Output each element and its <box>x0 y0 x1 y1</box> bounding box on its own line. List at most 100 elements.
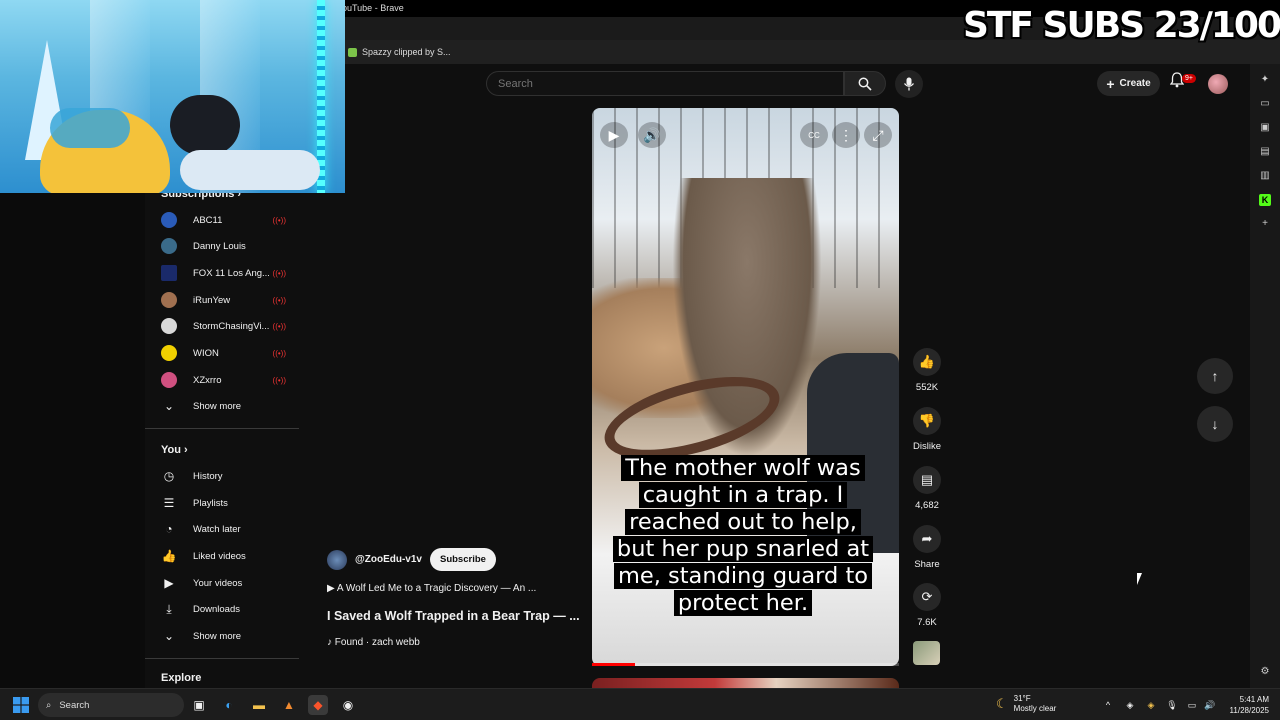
sidebar-subscription-fox11[interactable]: FOX 11 Los Ang... ((•)) <box>161 261 286 285</box>
media-icon[interactable]: ▭ <box>1259 98 1271 110</box>
network-tray[interactable]: ▭ <box>1182 695 1202 715</box>
sound-link[interactable]: ♪ Found · zach webb <box>327 637 420 648</box>
bookmark-item[interactable]: Spazzy clipped by S... <box>348 47 451 57</box>
like-button[interactable]: 👍 552K <box>910 348 944 393</box>
sidebar-item-history[interactable]: ◷ History <box>161 464 286 488</box>
arrow-up-icon: ↑ <box>1211 368 1219 384</box>
sidebar-subscription-stormchasing[interactable]: StormChasingVi... ((•)) <box>161 314 286 338</box>
add-panel-icon[interactable]: + <box>1259 218 1271 230</box>
kick-icon[interactable]: K <box>1259 194 1271 206</box>
you-heading[interactable]: You › <box>161 444 188 456</box>
play-button[interactable]: ▶ <box>600 122 628 148</box>
search-input[interactable] <box>487 72 843 95</box>
next-short-preview[interactable] <box>592 678 899 688</box>
channel-avatar <box>161 212 177 228</box>
sidebar-show-more-subscriptions[interactable]: ⌄ Show more <box>161 394 286 418</box>
start-button[interactable] <box>11 695 31 715</box>
channel-handle[interactable]: @ZooEdu-v1v <box>355 554 422 565</box>
subscribe-button[interactable]: Subscribe <box>429 548 496 571</box>
live-indicator-icon: ((•)) <box>272 348 286 358</box>
like-count: 552K <box>915 382 939 393</box>
live-indicator-icon: ((•)) <box>272 268 286 278</box>
subscription-label: ABC11 <box>193 214 223 226</box>
sidebar-item-label: Downloads <box>193 603 240 615</box>
subscription-label: Danny Louis <box>193 240 246 252</box>
share-button[interactable]: ➦ Share <box>910 525 944 570</box>
volume-button[interactable]: 🔊 <box>638 122 666 148</box>
previous-short-button[interactable]: ↑ <box>1197 358 1233 394</box>
remix-button[interactable]: ⟳ 7.6K <box>910 583 944 628</box>
system-clock[interactable]: 5:41 AM 11/28/2025 <box>1223 694 1269 716</box>
sidebar-subscription-wion[interactable]: WION ((•)) <box>161 341 286 365</box>
more-options-button[interactable]: ⋮ <box>832 122 860 148</box>
sidebar-subscription-abc11[interactable]: ABC11 ((•)) <box>161 208 286 232</box>
bookmarks-icon[interactable]: ▤ <box>1259 146 1271 158</box>
tray-overflow-button[interactable]: ^ <box>1098 695 1118 715</box>
sidebar-item-downloads[interactable]: ⤓ Downloads <box>161 597 286 621</box>
settings-gear-icon[interactable]: ⚙ <box>1259 666 1271 678</box>
notification-badge: 9+ <box>1182 74 1196 83</box>
playlist-link[interactable]: ▶ A Wolf Led Me to a Tragic Discovery — … <box>327 583 536 594</box>
sidebar-item-watch-later[interactable]: ◔ Watch later <box>161 517 286 541</box>
subscription-label: StormChasingVi... <box>193 320 269 332</box>
volume-icon: 🔊 <box>643 126 661 143</box>
edge-icon: ◐ <box>225 698 233 712</box>
edge-app[interactable]: ◐ <box>219 695 239 715</box>
short-title[interactable]: I Saved a Wolf Trapped in a Bear Trap — … <box>327 609 580 623</box>
brave-app[interactable]: ◆ <box>308 695 328 715</box>
remix-icon: ⟳ <box>913 583 941 611</box>
live-indicator-icon: ((•)) <box>272 215 286 225</box>
reading-list-icon[interactable]: ▥ <box>1259 170 1271 182</box>
sidebar-subscription-danny-louis[interactable]: Danny Louis <box>161 234 286 258</box>
sidebar-item-your-videos[interactable]: ▶ Your videos <box>161 571 286 595</box>
volume-tray[interactable]: 🔊 <box>1200 695 1220 715</box>
plus-icon: + <box>1106 75 1115 92</box>
watch-later-icon: ◔ <box>165 522 173 536</box>
live-indicator-icon: ((•)) <box>272 375 286 385</box>
account-avatar[interactable] <box>1208 74 1228 94</box>
arrow-down-icon: ↓ <box>1211 416 1219 432</box>
search-box[interactable] <box>486 71 844 96</box>
next-short-button[interactable]: ↓ <box>1197 406 1233 442</box>
microphone-icon <box>903 77 915 91</box>
fullscreen-icon: ⤢ <box>872 126 884 143</box>
weather-widget[interactable]: ☾ 31°F Mostly clear <box>996 694 1056 714</box>
sidebar-subscription-irunyew[interactable]: iRunYew ((•)) <box>161 288 286 312</box>
live-indicator-icon: ((•)) <box>272 295 286 305</box>
windows-taskbar: ⌕ Search ▣ ◐ ▬ ▲ ◆ ◉ ☾ 31°F Mostly clear… <box>0 688 1280 720</box>
task-view-button[interactable]: ▣ <box>189 695 209 715</box>
sidebar-show-more-you[interactable]: ⌄ Show more <box>161 624 286 648</box>
thumbs-down-icon: 👎 <box>913 407 941 435</box>
sidebar-item-playlists[interactable]: ☰ Playlists <box>161 491 286 515</box>
app-pinned[interactable]: ▲ <box>279 695 299 715</box>
captions-button[interactable]: CC <box>800 122 828 148</box>
your-videos-icon: ▶ <box>164 576 174 590</box>
dislike-button[interactable]: 👎 Dislike <box>910 407 944 452</box>
taskbar-search[interactable]: ⌕ Search <box>38 693 184 717</box>
tray-app[interactable]: ◈ <box>1141 695 1161 715</box>
file-explorer-app[interactable]: ▬ <box>249 695 269 715</box>
search-button[interactable] <box>844 71 886 96</box>
comments-button[interactable]: ▤ 4,682 <box>910 466 944 511</box>
fullscreen-button[interactable]: ⤢ <box>864 122 892 148</box>
sidebar-subscription-xzxrro[interactable]: XZxrro ((•)) <box>161 368 286 392</box>
obs-app[interactable]: ◉ <box>338 695 358 715</box>
sound-thumbnail[interactable] <box>913 641 940 665</box>
task-view-icon: ▣ <box>193 698 205 712</box>
sidebar-item-liked-videos[interactable]: 👍 Liked videos <box>161 544 286 568</box>
sidebar: Subscriptions › ABC11 ((•)) Danny Louis … <box>145 186 300 688</box>
leo-icon[interactable]: ✦ <box>1259 74 1271 86</box>
chevron-down-icon: ⌄ <box>163 399 175 413</box>
channel-avatar <box>161 345 177 361</box>
voice-search-button[interactable] <box>895 70 923 98</box>
create-button[interactable]: + Create <box>1097 71 1160 96</box>
tray-app[interactable]: ◈ <box>1120 695 1140 715</box>
microphone-tray[interactable]: 🎙 <box>1162 695 1182 715</box>
explore-heading: Explore <box>161 672 202 684</box>
channel-avatar[interactable] <box>327 549 347 570</box>
clock-time: 5:41 AM <box>1239 695 1269 704</box>
video-progress-bar[interactable] <box>592 663 899 666</box>
sidebar-item-label: History <box>193 470 223 482</box>
wallet-icon[interactable]: ▣ <box>1259 122 1271 134</box>
channel-row: @ZooEdu-v1v Subscribe <box>327 548 496 571</box>
